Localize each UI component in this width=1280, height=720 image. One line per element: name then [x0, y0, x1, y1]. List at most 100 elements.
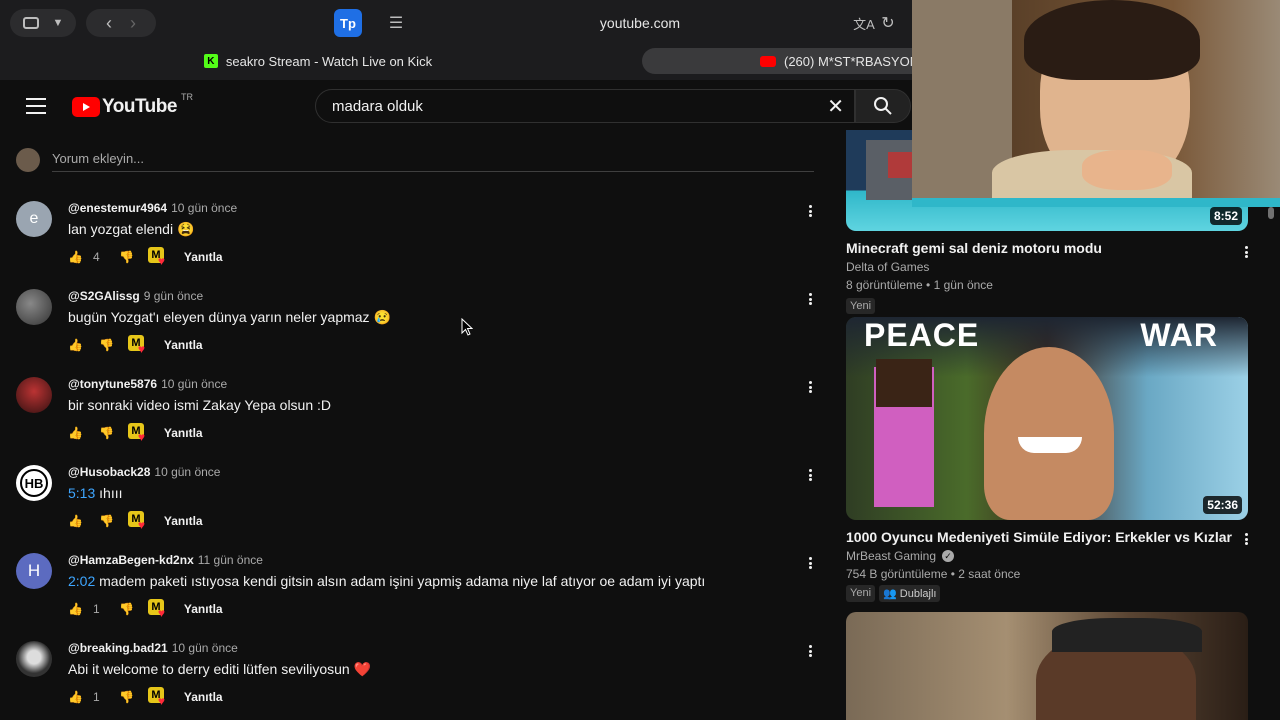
comment-time[interactable]: 10 gün önce — [154, 465, 220, 479]
logo-text: YouTube — [102, 96, 177, 117]
translate-icon[interactable]: 文A — [852, 9, 876, 37]
dislike-icon[interactable]: 👎 — [119, 602, 134, 616]
reply-button[interactable]: Yanıtla — [184, 602, 223, 616]
thumbnail-text-peace: PEACE — [864, 317, 980, 353]
avatar[interactable]: e — [16, 201, 52, 237]
video-title[interactable]: 1000 Oyuncu Medeniyeti Simüle Ediyor: Er… — [846, 529, 1248, 545]
reply-button[interactable]: Yanıtla — [184, 690, 223, 704]
reply-button[interactable]: Yanıtla — [164, 514, 203, 528]
more-options-icon[interactable] — [802, 201, 818, 221]
add-comment-row: Yorum ekleyin... — [16, 146, 814, 172]
comment-text: 2:02 madem paketi ıstıyosa kendi gitsin … — [68, 573, 706, 589]
clear-search-icon[interactable]: ✕ — [827, 94, 844, 119]
more-options-icon[interactable] — [1238, 242, 1254, 262]
comment-author[interactable]: @tonytune5876 — [68, 377, 157, 391]
search-input[interactable]: madara olduk ✕ — [315, 89, 855, 123]
forward-button[interactable]: › — [130, 13, 136, 34]
verified-icon: ✓ — [942, 550, 955, 562]
reload-icon[interactable]: ↻ — [876, 9, 900, 37]
dislike-icon[interactable]: 👎 — [119, 690, 134, 704]
back-button[interactable]: ‹ — [106, 13, 112, 34]
comment-author[interactable]: @breaking.bad21 — [68, 641, 168, 655]
tab-kick[interactable]: K seakro Stream - Watch Live on Kick — [8, 48, 628, 74]
sidebar-scrollbar[interactable] — [1268, 207, 1274, 219]
comment-text: Abi it welcome to derry editi lütfen sev… — [68, 661, 372, 677]
comment-time[interactable]: 10 gün önce — [171, 201, 237, 215]
avatar[interactable] — [16, 641, 52, 677]
channel-name[interactable]: MrBeast Gaming — [846, 549, 936, 563]
comment-time[interactable]: 10 gün önce — [161, 377, 227, 391]
more-options-icon[interactable] — [802, 641, 818, 661]
comment-author[interactable]: @HamzaBegen-kd2nx — [68, 553, 194, 567]
reply-button[interactable]: Yanıtla — [164, 426, 203, 440]
like-icon[interactable]: 👍 — [68, 426, 83, 440]
kick-logo-icon: K — [203, 54, 218, 68]
dubbed-badge: 👥 Dublajlı — [879, 585, 941, 602]
tab-youtube[interactable]: (260) M*ST*RBASYON — [642, 48, 942, 74]
dislike-icon[interactable]: 👎 — [99, 426, 114, 440]
dislike-icon[interactable]: 👎 — [99, 338, 114, 352]
more-options-icon[interactable] — [802, 289, 818, 309]
timestamp-link[interactable]: 2:02 — [68, 573, 95, 589]
comment-text: bugün Yozgat'ı eleyen dünya yarın neler … — [68, 309, 391, 325]
video-thumbnail[interactable] — [846, 612, 1248, 720]
like-icon[interactable]: 👍 — [68, 514, 83, 528]
like-icon[interactable]: 👍 — [68, 602, 83, 616]
comment-time[interactable]: 11 gün önce — [198, 553, 263, 567]
comment-item: e @enestemur4964 10 gün önce lan yozgat e… — [16, 201, 816, 271]
comment-item: @tonytune5876 10 gün önce bir sonraki vid… — [16, 377, 816, 447]
channel-name[interactable]: Delta of Games — [846, 260, 1248, 274]
like-icon[interactable]: 👍 — [68, 690, 83, 704]
video-duration: 52:36 — [1203, 496, 1242, 514]
like-count: 1 — [92, 690, 100, 704]
add-comment-input[interactable]: Yorum ekleyin... — [52, 151, 814, 172]
avatar[interactable]: H — [16, 553, 52, 589]
sidebar-toggle-button[interactable]: ▼ — [10, 9, 76, 37]
video-thumbnail[interactable]: PEACE WAR 52:36 — [846, 317, 1248, 520]
comment-author[interactable]: @enestemur4964 — [68, 201, 167, 215]
timestamp-link[interactable]: 5:13 — [68, 485, 95, 501]
like-icon[interactable]: 👍 — [68, 250, 83, 264]
region-code: TR — [180, 92, 193, 102]
user-avatar — [16, 148, 40, 172]
more-options-icon[interactable] — [802, 553, 818, 573]
youtube-favicon-icon — [760, 55, 776, 67]
comment-item: HB @Husoback28 10 gün önce 5:13 ıhııı 👍 👎… — [16, 465, 816, 535]
related-video[interactable]: PEACE WAR 52:36 1000 Oyuncu Medeniyeti S… — [846, 317, 1248, 602]
comment-author[interactable]: @Husoback28 — [68, 465, 150, 479]
address-bar[interactable]: youtube.com — [380, 8, 900, 38]
related-video[interactable] — [846, 612, 1248, 720]
comment-time[interactable]: 9 gün önce — [144, 289, 203, 303]
new-badge: Yeni — [846, 585, 876, 602]
channel-row: MrBeast Gaming ✓ — [846, 549, 1248, 563]
avatar[interactable] — [16, 377, 52, 413]
reply-button[interactable]: Yanıtla — [164, 338, 203, 352]
comment-text: bir sonraki video ismi Zakay Yepa olsun … — [68, 397, 332, 413]
dislike-icon[interactable]: 👎 — [99, 514, 114, 528]
creator-heart-icon: M ♥ — [126, 511, 150, 532]
avatar[interactable]: HB — [16, 465, 52, 501]
dislike-icon[interactable]: 👎 — [119, 250, 134, 264]
video-stats: 8 görüntüleme • 1 gün önce — [846, 278, 993, 292]
comment-item: H @HamzaBegen-kd2nx 11 gün önce 2:02 made… — [16, 553, 816, 623]
like-count: 4 — [92, 250, 100, 264]
creator-heart-icon: M ♥ — [126, 335, 150, 356]
dubbed-icon: 👥 — [883, 588, 897, 600]
comment-author[interactable]: @S2GAlissg — [68, 289, 140, 303]
new-badge: Yeni — [846, 298, 876, 314]
avatar[interactable] — [16, 289, 52, 325]
like-icon[interactable]: 👍 — [68, 338, 83, 352]
comment-time[interactable]: 10 gün önce — [172, 641, 238, 655]
chevron-down-icon: ▼ — [52, 17, 64, 29]
video-title[interactable]: Minecraft gemi sal deniz motoru modu — [846, 240, 1248, 256]
reply-button[interactable]: Yanıtla — [184, 250, 223, 264]
youtube-logo[interactable]: YouTube TR — [72, 92, 193, 118]
search-button[interactable] — [855, 89, 911, 123]
search-query: madara olduk — [332, 97, 423, 115]
more-options-icon[interactable] — [802, 465, 818, 485]
more-options-icon[interactable] — [802, 377, 818, 397]
extension-icon[interactable]: Tp — [334, 9, 362, 37]
creator-heart-icon: M ♥ — [146, 687, 170, 708]
more-options-icon[interactable] — [1238, 529, 1254, 549]
menu-icon[interactable] — [26, 98, 46, 114]
